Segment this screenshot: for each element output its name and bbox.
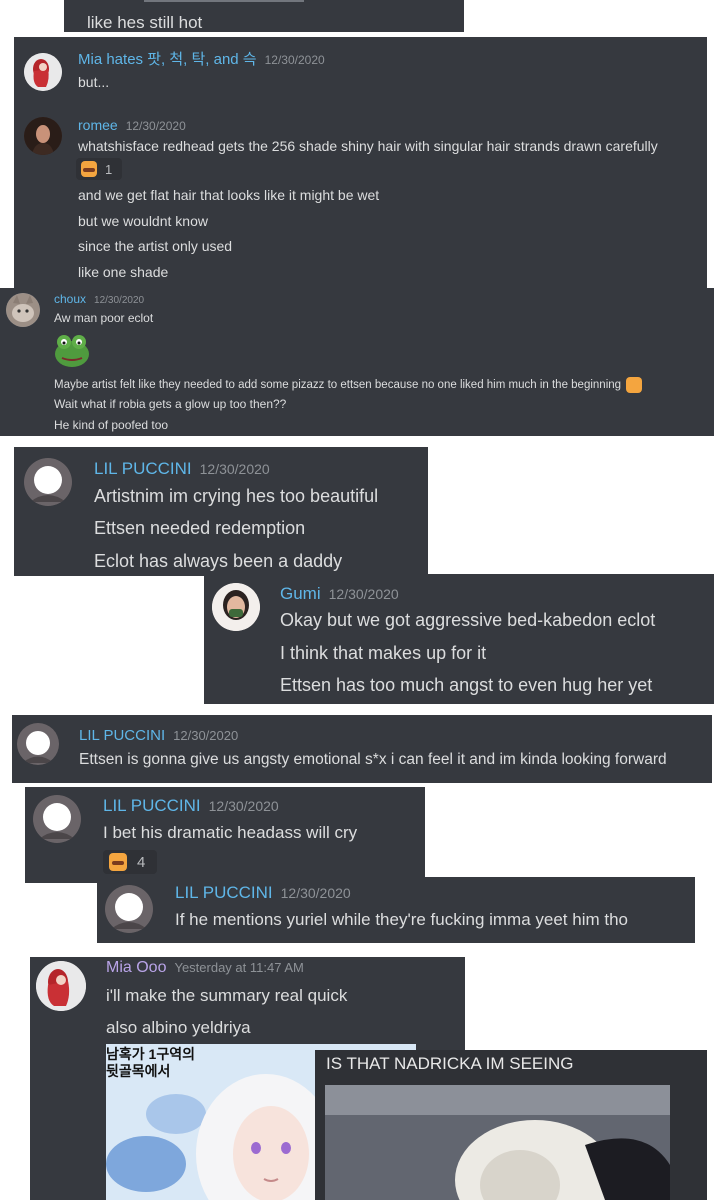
author-name[interactable]: Mia Ooo: [106, 959, 166, 976]
avatar[interactable]: [212, 583, 260, 631]
message-text: Wait what if robia gets a glow up too th…: [54, 397, 287, 411]
message-author[interactable]: Mia Ooo Yesterday at 11:47 AM: [106, 960, 304, 976]
chat-block-5: LIL PUCCINI 12/30/2020 Ettsen is gonna gi…: [12, 715, 712, 783]
chat-block-1: Mia hates 팟, 척, 탁, and 슥 12/30/2020 but..…: [14, 37, 707, 288]
avatar[interactable]: [24, 117, 62, 155]
author-name[interactable]: LIL PUCCINI: [103, 796, 201, 815]
message-author[interactable]: Mia hates 팟, 척, 탁, and 슥 12/30/2020: [78, 52, 325, 67]
top-message-fragment: like hes still hot: [64, 0, 464, 32]
avatar[interactable]: [17, 723, 59, 765]
redhead-avatar-icon: [24, 53, 62, 91]
author-name[interactable]: LIL PUCCINI: [94, 459, 192, 478]
message-author[interactable]: LIL PUCCINI 12/30/2020: [103, 797, 279, 814]
chat-block-9: IS THAT NADRICKA IM SEEING: [315, 1050, 707, 1200]
message-text: Eclot has always been a daddy: [94, 551, 343, 571]
message-text: like one shade: [78, 264, 169, 280]
message-text: Ettsen has too much angst to even hug he…: [280, 675, 653, 695]
message-text: but...: [78, 74, 110, 90]
embarrassed-face-icon: [109, 853, 127, 871]
timestamp: 12/30/2020: [199, 461, 270, 477]
avatar[interactable]: [105, 885, 153, 933]
message-text: whatshisface redhead gets the 256 shade …: [78, 138, 658, 154]
message-text: like hes still hot: [87, 13, 203, 32]
message-text: i'll make the summary real quick: [106, 986, 348, 1005]
message-text: and we get flat hair that looks like it …: [78, 187, 380, 203]
manhwa-panel-illustration: [325, 1085, 670, 1200]
reaction-count: 4: [137, 853, 146, 871]
message-author[interactable]: romee 12/30/2020: [78, 118, 186, 132]
timestamp: 12/30/2020: [173, 728, 239, 743]
author-name[interactable]: LIL PUCCINI: [79, 727, 165, 744]
timestamp: Yesterday at 11:47 AM: [174, 960, 304, 975]
redhead-avatar-icon: [36, 961, 86, 1011]
message-text: I think that makes up for it: [280, 643, 487, 663]
avatar[interactable]: [33, 795, 81, 843]
message-author[interactable]: Gumi 12/30/2020: [280, 585, 399, 602]
top-fragment-bar: [144, 0, 304, 2]
gumi-avatar-icon: [212, 583, 260, 631]
puccini-avatar-icon: [17, 723, 59, 765]
embarrassed-face-icon: [81, 161, 97, 177]
chat-block-6: LIL PUCCINI 12/30/2020 I bet his dramatic…: [25, 787, 425, 883]
reaction-button[interactable]: 1: [76, 158, 122, 180]
chat-block-4: Gumi 12/30/2020 Okay but we got aggressiv…: [204, 574, 714, 704]
timestamp: 12/30/2020: [94, 295, 145, 306]
timestamp: 12/30/2020: [280, 885, 351, 901]
timestamp: 12/30/2020: [208, 798, 279, 814]
author-name[interactable]: choux: [54, 292, 86, 306]
attached-image-nadricka[interactable]: [325, 1085, 670, 1200]
message-text: Okay but we got aggressive bed-kabedon e…: [280, 610, 656, 630]
reaction-count: 1: [105, 161, 113, 177]
author-name[interactable]: Gumi: [280, 584, 321, 603]
message-text: I bet his dramatic headass will cry: [103, 823, 358, 842]
avatar[interactable]: [36, 961, 86, 1011]
chat-block-3: LIL PUCCINI 12/30/2020 Artistnim im cryin…: [14, 447, 428, 576]
timestamp: 12/30/2020: [264, 53, 325, 67]
message-text: Maybe artist felt like they needed to ad…: [54, 377, 643, 393]
reaction-button[interactable]: 4: [103, 850, 157, 874]
embarrassed-face-icon: [626, 377, 643, 393]
avatar[interactable]: [24, 53, 62, 91]
chat-block-7: LIL PUCCINI 12/30/2020 If he mentions yur…: [97, 877, 695, 943]
author-name[interactable]: romee: [78, 117, 118, 133]
timestamp: 12/30/2020: [125, 119, 186, 133]
message-text: since the artist only used: [78, 238, 233, 254]
puccini-avatar-icon: [24, 458, 72, 506]
message-author[interactable]: LIL PUCCINI 12/30/2020: [175, 884, 351, 901]
puccini-avatar-icon: [33, 795, 81, 843]
message-text: but we wouldnt know: [78, 213, 208, 229]
image-caption: IS THAT NADRICKA IM SEEING: [326, 1054, 574, 1073]
message-author[interactable]: LIL PUCCINI 12/30/2020: [79, 728, 238, 743]
message-author[interactable]: LIL PUCCINI 12/30/2020: [94, 460, 270, 477]
romee-avatar-icon: [24, 117, 62, 155]
cat-avatar-icon: [6, 293, 40, 327]
message-text: If he mentions yuriel while they're fuck…: [175, 910, 628, 929]
korean-caption: 남혹가 1구역의 뒷골목에서: [106, 1046, 195, 1079]
chat-block-2: choux 12/30/2020 Aw man poor eclot Maybe …: [0, 288, 714, 436]
message-text: Ettsen is gonna give us angsty emotional…: [79, 751, 667, 768]
message-line: Maybe artist felt like they needed to ad…: [54, 379, 622, 392]
frog-sticker-icon: [52, 332, 94, 368]
author-name[interactable]: Mia hates 팟, 척, 탁, and 슥: [78, 51, 257, 68]
message-text: Ettsen needed redemption: [94, 518, 306, 538]
message-author[interactable]: choux 12/30/2020: [54, 293, 144, 306]
message-text: also albino yeldriya: [106, 1018, 251, 1037]
message-text: He kind of poofed too: [54, 418, 169, 432]
avatar[interactable]: [6, 293, 40, 327]
message-text: Artistnim im crying hes too beautiful: [94, 486, 379, 506]
timestamp: 12/30/2020: [328, 586, 399, 602]
puccini-avatar-icon: [105, 885, 153, 933]
avatar[interactable]: [24, 458, 72, 506]
message-text: Aw man poor eclot: [54, 311, 154, 325]
author-name[interactable]: LIL PUCCINI: [175, 883, 273, 902]
